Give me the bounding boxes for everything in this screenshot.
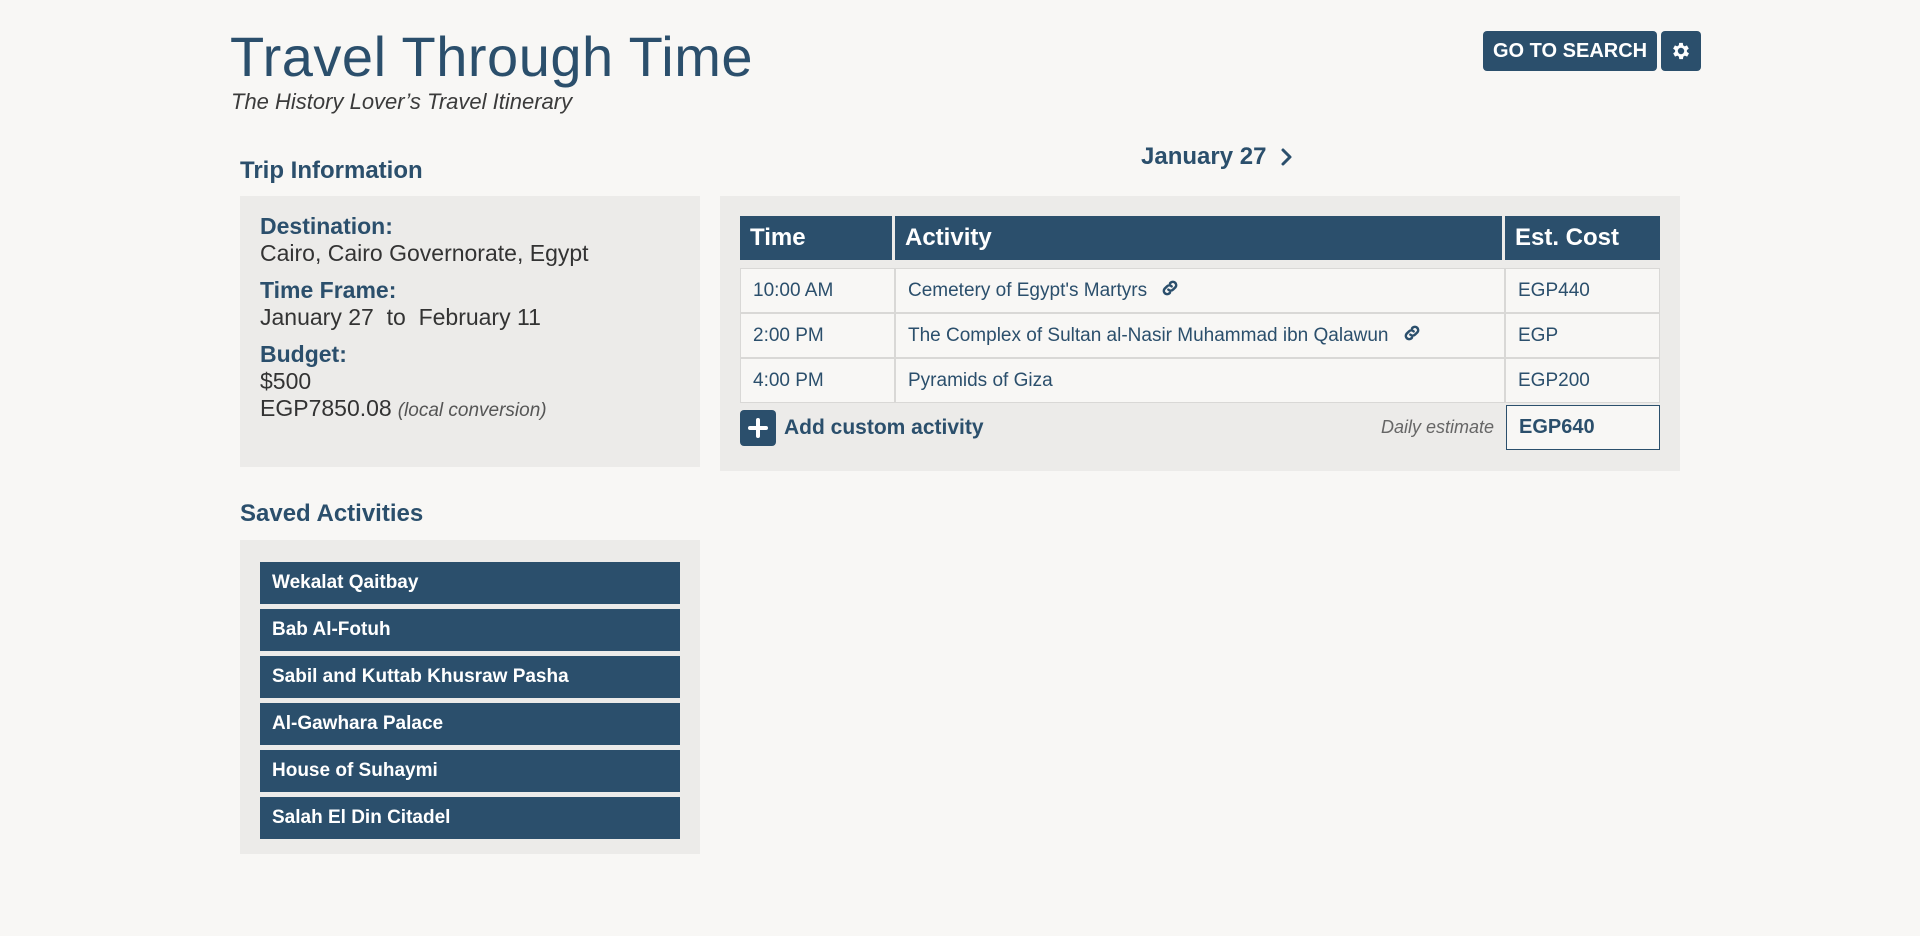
column-header-cost: Est. Cost (1505, 216, 1660, 260)
link-icon[interactable] (1160, 278, 1180, 304)
budget-local-line: EGP7850.08 (local conversion) (260, 395, 680, 422)
activity-cell[interactable]: The Complex of Sultan al-Nasir Muhammad … (895, 313, 1505, 358)
daily-estimate-label: Daily estimate (1380, 417, 1494, 437)
date-navigation: January 27 (1141, 143, 1294, 171)
settings-button[interactable] (1661, 31, 1702, 71)
daily-estimate-value: EGP640 (1506, 405, 1660, 450)
saved-activities-panel: Wekalat Qaitbay Bab Al-Fotuh Sabil and K… (240, 540, 700, 854)
destination-block: Destination: Cairo, Cairo Governorate, E… (260, 213, 680, 267)
chevron-right-icon (1281, 148, 1292, 166)
saved-activity-item[interactable]: Sabil and Kuttab Khusraw Pasha (260, 656, 680, 698)
budget-local: EGP7850.08 (260, 395, 392, 421)
link-icon[interactable] (1402, 323, 1422, 349)
time-cell[interactable]: 2:00 PM (740, 313, 895, 358)
timeframe-label: Time Frame: (260, 277, 397, 303)
conversion-note: (local conversion) (397, 400, 547, 421)
table-row[interactable]: 10:00 AM Cemetery of Egypt's Martyrs EGP… (740, 268, 1660, 313)
trip-info-heading: Trip Information (240, 157, 423, 184)
activity-cell[interactable]: Pyramids of Giza (895, 358, 1505, 403)
saved-activity-item[interactable]: Wekalat Qaitbay (260, 562, 680, 604)
table-row[interactable]: 4:00 PM Pyramids of Giza EGP200 (740, 358, 1660, 403)
time-cell[interactable]: 10:00 AM (740, 268, 895, 313)
destination-label: Destination: (260, 213, 393, 239)
column-header-time: Time (740, 216, 895, 260)
add-activity-label[interactable]: Add custom activity (784, 416, 984, 440)
schedule-header-row: Time Activity Est. Cost (740, 216, 1660, 260)
activity-name: Pyramids of Giza (908, 369, 1053, 391)
gear-icon (1673, 42, 1690, 60)
current-date: January 27 (1141, 143, 1267, 170)
page-title: Travel Through Time (230, 25, 754, 88)
activity-name: Cemetery of Egypt's Martyrs (908, 279, 1148, 301)
saved-activities-heading: Saved Activities (240, 500, 424, 527)
saved-activity-item[interactable]: Salah El Din Citadel (260, 797, 680, 839)
cost-cell[interactable]: EGP (1505, 313, 1660, 358)
table-row[interactable]: 2:00 PM The Complex of Sultan al-Nasir M… (740, 313, 1660, 358)
time-cell[interactable]: 4:00 PM (740, 358, 895, 403)
saved-activity-item[interactable]: Al-Gawhara Palace (260, 703, 680, 745)
schedule-footer: Add custom activity Daily estimate EGP64… (740, 405, 1660, 450)
destination-value: Cairo, Cairo Governorate, Egypt (260, 240, 589, 266)
activity-cell[interactable]: Cemetery of Egypt's Martyrs (895, 268, 1505, 313)
next-day-button[interactable] (1280, 147, 1294, 167)
cost-cell[interactable]: EGP200 (1505, 358, 1660, 403)
budget-label: Budget: (260, 341, 347, 367)
start-date: January 27 (260, 304, 374, 330)
cost-cell[interactable]: EGP440 (1505, 268, 1660, 313)
activity-name: The Complex of Sultan al-Nasir Muhammad … (908, 324, 1389, 346)
add-custom-activity[interactable]: Add custom activity (740, 409, 984, 446)
daily-estimate: Daily estimate EGP640 (1381, 405, 1660, 450)
budget-block: Budget: $500 EGP7850.08 (local conversion… (260, 341, 680, 422)
saved-activity-item[interactable]: House of Suhaymi (260, 750, 680, 792)
budget-usd: $500 (260, 368, 312, 394)
trip-info-panel: Destination: Cairo, Cairo Governorate, E… (240, 196, 700, 467)
timeframe-value: January 27 to February 11 (260, 304, 680, 331)
timeframe-block: Time Frame: January 27 to February 11 (260, 277, 680, 331)
schedule-table: Time Activity Est. Cost 10:00 AM Cemeter… (740, 216, 1660, 403)
saved-activity-item[interactable]: Bab Al-Fotuh (260, 609, 680, 651)
page-subtitle: The History Lover’s Travel Itinerary (231, 89, 573, 114)
top-actions: GO TO SEARCH (1483, 31, 1702, 71)
column-header-activity: Activity (895, 216, 1505, 260)
go-to-search-button[interactable]: GO TO SEARCH (1483, 31, 1658, 71)
add-activity-button[interactable] (740, 409, 776, 446)
end-date: February 11 (418, 304, 541, 330)
to-word: to (386, 304, 406, 330)
schedule-panel: Time Activity Est. Cost 10:00 AM Cemeter… (720, 196, 1680, 471)
plus-icon (748, 417, 768, 438)
